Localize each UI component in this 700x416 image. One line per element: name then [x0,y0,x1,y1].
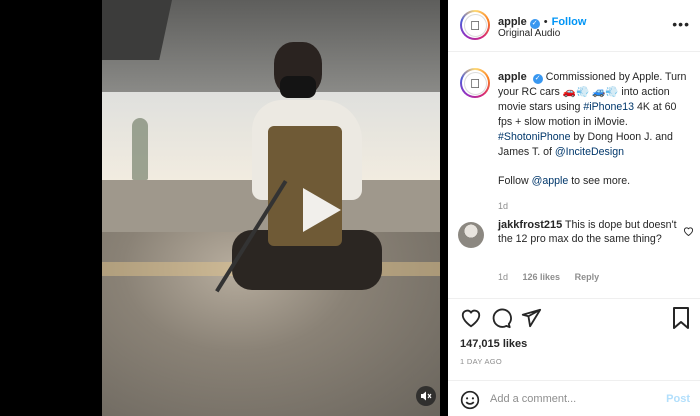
hashtag-shotoniphone[interactable]: #ShotoniPhone [498,131,570,143]
post-comment-button[interactable]: Post [666,393,690,405]
play-icon[interactable] [303,188,341,232]
mute-icon[interactable] [416,386,436,406]
reply-button[interactable]: Reply [575,272,600,282]
video-frame-tree [132,118,148,180]
comment-body: jakkfrost215 This is dope but doesn't th… [498,218,678,246]
like-heart-icon[interactable] [460,307,482,329]
commenter-avatar[interactable] [458,222,484,248]
apple-logo-icon:  [463,13,487,37]
hashtag-iphone13[interactable]: #iPhone13 [583,101,634,113]
caption-follow-pre: Follow [498,175,532,187]
follow-button[interactable]: Follow [552,16,587,28]
post-sidebar:  apple ✓ • Follow Original Audio •••  app… [448,0,700,416]
video-frame-person [212,40,402,293]
video-player[interactable] [102,0,440,416]
like-count[interactable]: 147,015 likes [460,338,527,350]
mention-incitedesign[interactable]: @InciteDesign [555,146,624,158]
author-username[interactable]: apple [498,16,527,28]
comment-like-heart-icon[interactable] [683,226,694,239]
caption-avatar[interactable]:  [460,68,490,98]
caption-follow-post: to see more. [568,175,631,187]
post-caption: apple ✓ Commissioned by Apple. Turn your … [498,70,692,214]
share-paper-plane-icon[interactable] [520,307,542,329]
media-stage [0,0,448,416]
post-timestamp[interactable]: 1 DAY AGO [460,357,502,366]
comment-age[interactable]: 1d [498,272,508,282]
comment-input[interactable] [490,390,640,408]
comment-bubble-icon[interactable] [490,307,512,329]
speaker-muted-icon [421,391,432,401]
comment-meta: 1d 126 likes Reply [498,272,611,282]
emoji-icon[interactable] [460,390,480,410]
action-bar [448,298,700,338]
verified-badge-icon: ✓ [532,74,543,84]
caption-age[interactable]: 1d [498,199,692,214]
audio-label[interactable]: Original Audio [498,28,560,39]
mention-apple[interactable]: @apple [532,175,569,187]
post-header:  apple✓•Follow Original Audio ••• [448,0,700,52]
commenter-username[interactable]: jakkfrost215 [498,219,562,231]
comment-composer: Post [448,380,700,416]
comment-likes[interactable]: 126 likes [523,272,561,282]
separator-dot: • [543,16,548,28]
caption-username[interactable]: apple [498,71,527,83]
save-bookmark-icon[interactable] [672,307,694,329]
more-options-icon[interactable]: ••• [672,16,690,32]
apple-logo-icon:  [463,71,487,95]
author-avatar[interactable]:  [460,10,490,40]
caption-follow-line: Follow @apple to see more. [498,174,692,189]
person-mask [280,76,316,98]
